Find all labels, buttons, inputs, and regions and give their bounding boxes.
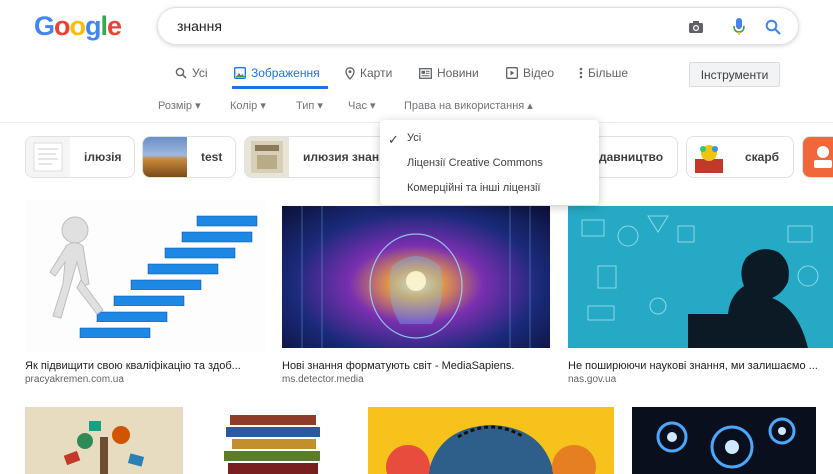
dropdown-item-commercial[interactable]: Комерційні та інші ліцензії (407, 182, 541, 194)
check-icon: ✓ (388, 132, 399, 147)
logo-letter: o (69, 11, 86, 41)
image-result[interactable]: Як підвищити свою кваліфікацію та здоб..… (25, 200, 265, 385)
related-chip[interactable]: илюзия знан (244, 136, 394, 178)
chip-thumbnail (143, 137, 187, 177)
result-title[interactable]: Не поширюючи наукові знання, ми залишаєм… (568, 360, 833, 372)
result-site[interactable]: nas.gov.ua (568, 374, 833, 385)
result-title[interactable]: Як підвищити свою кваліфікацію та здоб..… (25, 360, 265, 372)
caret-down-icon: ▾ (370, 100, 376, 112)
search-icon[interactable] (762, 17, 784, 37)
result-thumbnail[interactable] (568, 206, 833, 348)
result-thumbnail[interactable] (632, 407, 816, 474)
tab-label: Карти (360, 66, 393, 80)
microphone-icon[interactable] (728, 17, 750, 37)
search-input[interactable]: знання (177, 18, 222, 34)
tab-images[interactable]: Зображення (234, 66, 320, 80)
tab-news[interactable]: Новини (419, 66, 479, 80)
image-result[interactable] (368, 407, 614, 474)
tab-video[interactable]: Відео (506, 66, 554, 80)
tab-label: Більше (588, 66, 629, 80)
image-result[interactable]: Не поширюючи наукові знання, ми залишаєм… (568, 206, 833, 385)
filter-color[interactable]: Колір ▾ (230, 99, 266, 112)
caret-down-icon: ▾ (195, 100, 201, 112)
caret-down-icon: ▾ (317, 100, 323, 112)
tab-label: Відео (523, 66, 555, 80)
result-thumbnail[interactable] (25, 200, 265, 352)
google-logo[interactable]: Google (34, 11, 122, 42)
filter-time[interactable]: Час ▾ (348, 99, 376, 112)
result-thumbnail[interactable] (25, 407, 183, 474)
result-title[interactable]: Нові знання форматують світ - MediaSapie… (282, 360, 550, 372)
result-thumbnail[interactable] (202, 407, 348, 474)
caret-down-icon: ▾ (260, 100, 266, 112)
image-result[interactable] (202, 407, 348, 474)
image-result[interactable] (25, 407, 183, 474)
chip-label: ілюзія (84, 150, 122, 164)
chip-thumbnail (803, 137, 833, 177)
result-thumbnail[interactable] (282, 206, 550, 348)
related-chip[interactable]: test (142, 136, 236, 178)
search-icon (175, 67, 187, 79)
filter-bar: Розмір ▾ Колір ▾ Тип ▾ Час ▾ Права на ви… (0, 99, 833, 115)
filter-label: Права на використання (404, 100, 525, 112)
chip-thumbnail (26, 137, 70, 177)
filter-label: Колір (230, 100, 258, 112)
filter-label: Тип (296, 100, 315, 112)
result-site[interactable]: ms.detector.media (282, 374, 550, 385)
related-chip[interactable]: ілюзія (25, 136, 135, 178)
tab-all[interactable]: Усі (175, 66, 208, 80)
chip-thumbnail (245, 137, 289, 177)
logo-letter: G (34, 11, 55, 41)
dropdown-item-creative-commons[interactable]: Ліцензії Creative Commons (407, 157, 543, 169)
filter-type[interactable]: Тип ▾ (296, 99, 323, 112)
camera-icon[interactable] (685, 17, 707, 37)
logo-letter: o (54, 11, 70, 41)
more-vert-icon (579, 67, 583, 79)
filter-label: Час (348, 100, 367, 112)
image-icon (234, 67, 246, 79)
usage-rights-dropdown: ✓ Усі Ліцензії Creative Commons Комерцій… (380, 120, 599, 205)
logo-letter: e (107, 11, 122, 41)
chip-thumbnail (687, 137, 731, 177)
image-result[interactable] (632, 407, 816, 474)
map-pin-icon (345, 66, 355, 80)
image-result[interactable]: Нові знання форматують світ - MediaSapie… (282, 206, 550, 385)
tab-label: Зображення (251, 66, 320, 80)
tab-maps[interactable]: Карти (345, 66, 392, 80)
result-thumbnail[interactable] (368, 407, 614, 474)
filter-usage-rights[interactable]: Права на використання ▴ (404, 99, 533, 112)
active-tab-indicator (232, 86, 328, 89)
related-chip[interactable] (802, 136, 833, 178)
tab-more[interactable]: Більше (579, 66, 628, 80)
tab-label: Новини (437, 66, 479, 80)
tab-label: Усі (192, 66, 208, 80)
logo-letter: g (85, 11, 101, 41)
related-chip[interactable]: скарб (686, 136, 794, 178)
filter-label: Розмір (158, 100, 193, 112)
news-icon (419, 67, 432, 79)
result-site[interactable]: pracyakremen.com.ua (25, 374, 265, 385)
caret-up-icon: ▴ (527, 100, 533, 112)
play-icon (506, 67, 518, 79)
chip-label: test (201, 150, 223, 164)
filter-size[interactable]: Розмір ▾ (158, 99, 201, 112)
dropdown-item-all[interactable]: Усі (407, 132, 421, 144)
search-box[interactable]: знання (157, 7, 799, 45)
chip-label: скарб (745, 150, 780, 164)
tools-button[interactable]: Інструменти (689, 62, 780, 87)
chip-label: илюзия знан (303, 150, 380, 164)
